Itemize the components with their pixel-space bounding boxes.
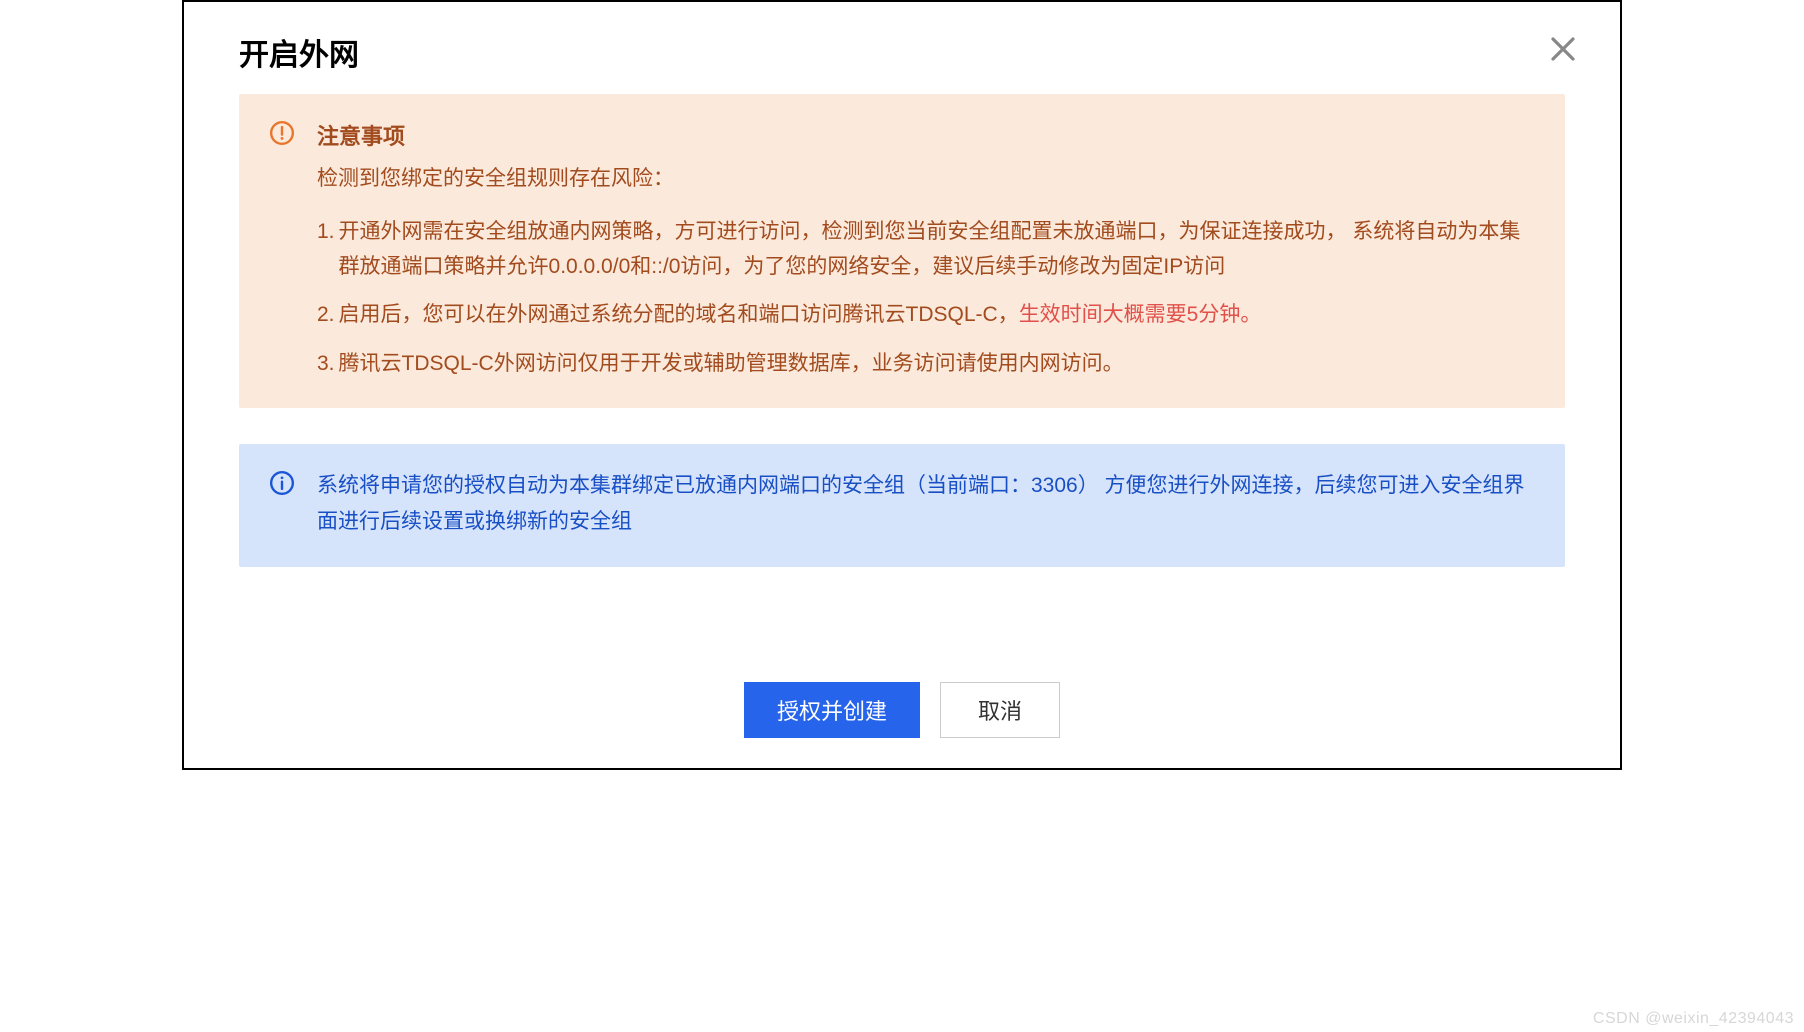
close-button[interactable]: [1546, 35, 1580, 69]
info-alert: 系统将申请您的授权自动为本集群绑定已放通内网端口的安全组（当前端口：3306） …: [239, 444, 1565, 568]
info-text: 系统将申请您的授权自动为本集群绑定已放通内网端口的安全组（当前端口：3306） …: [317, 468, 1535, 542]
warning-title: 注意事项: [317, 118, 1535, 155]
warning-content: 注意事项 检测到您绑定的安全组规则存在风险： 1. 开通外网需在安全组放通内网策…: [317, 118, 1535, 382]
warning-item: 3. 腾讯云TDSQL-C外网访问仅用于开发或辅助管理数据库，业务访问请使用内网…: [317, 347, 1535, 382]
warning-item-text: 启用后，您可以在外网通过系统分配的域名和端口访问腾讯云TDSQL-C，生效时间大…: [339, 298, 1535, 333]
warning-item-text: 开通外网需在安全组放通内网策略，方可进行访问，检测到您当前安全组配置未放通端口，…: [339, 215, 1535, 284]
close-icon: [1548, 34, 1578, 70]
warning-item-number: 3.: [317, 347, 335, 382]
watermark: CSDN @weixin_42394043: [1593, 1010, 1794, 1028]
warning-alert: 注意事项 检测到您绑定的安全组规则存在风险： 1. 开通外网需在安全组放通内网策…: [239, 94, 1565, 408]
warning-item-number: 2.: [317, 298, 335, 333]
dialog-body: 注意事项 检测到您绑定的安全组规则存在风险： 1. 开通外网需在安全组放通内网策…: [184, 94, 1620, 567]
warning-list: 1. 开通外网需在安全组放通内网策略，方可进行访问，检测到您当前安全组配置未放通…: [317, 215, 1535, 382]
dialog-title: 开启外网: [239, 30, 359, 74]
warning-icon: [269, 120, 295, 146]
dialog-header: 开启外网: [184, 2, 1620, 94]
cancel-button[interactable]: 取消: [940, 682, 1060, 738]
warning-item-highlight: 生效时间大概需要5分钟。: [1019, 303, 1262, 326]
enable-external-network-dialog: 开启外网 注意事项 检测到您绑定的安全组规则存在风险：: [182, 0, 1622, 770]
warning-item-text: 腾讯云TDSQL-C外网访问仅用于开发或辅助管理数据库，业务访问请使用内网访问。: [339, 347, 1535, 382]
warning-item: 2. 启用后，您可以在外网通过系统分配的域名和端口访问腾讯云TDSQL-C，生效…: [317, 298, 1535, 333]
dialog-footer: 授权并创建 取消: [184, 682, 1620, 738]
warning-item-prefix: 启用后，您可以在外网通过系统分配的域名和端口访问腾讯云TDSQL-C，: [339, 303, 1019, 326]
info-icon: [269, 470, 295, 496]
warning-item-number: 1.: [317, 215, 335, 284]
authorize-create-button[interactable]: 授权并创建: [744, 682, 920, 738]
warning-subtitle: 检测到您绑定的安全组规则存在风险：: [317, 161, 1535, 197]
warning-item: 1. 开通外网需在安全组放通内网策略，方可进行访问，检测到您当前安全组配置未放通…: [317, 215, 1535, 284]
